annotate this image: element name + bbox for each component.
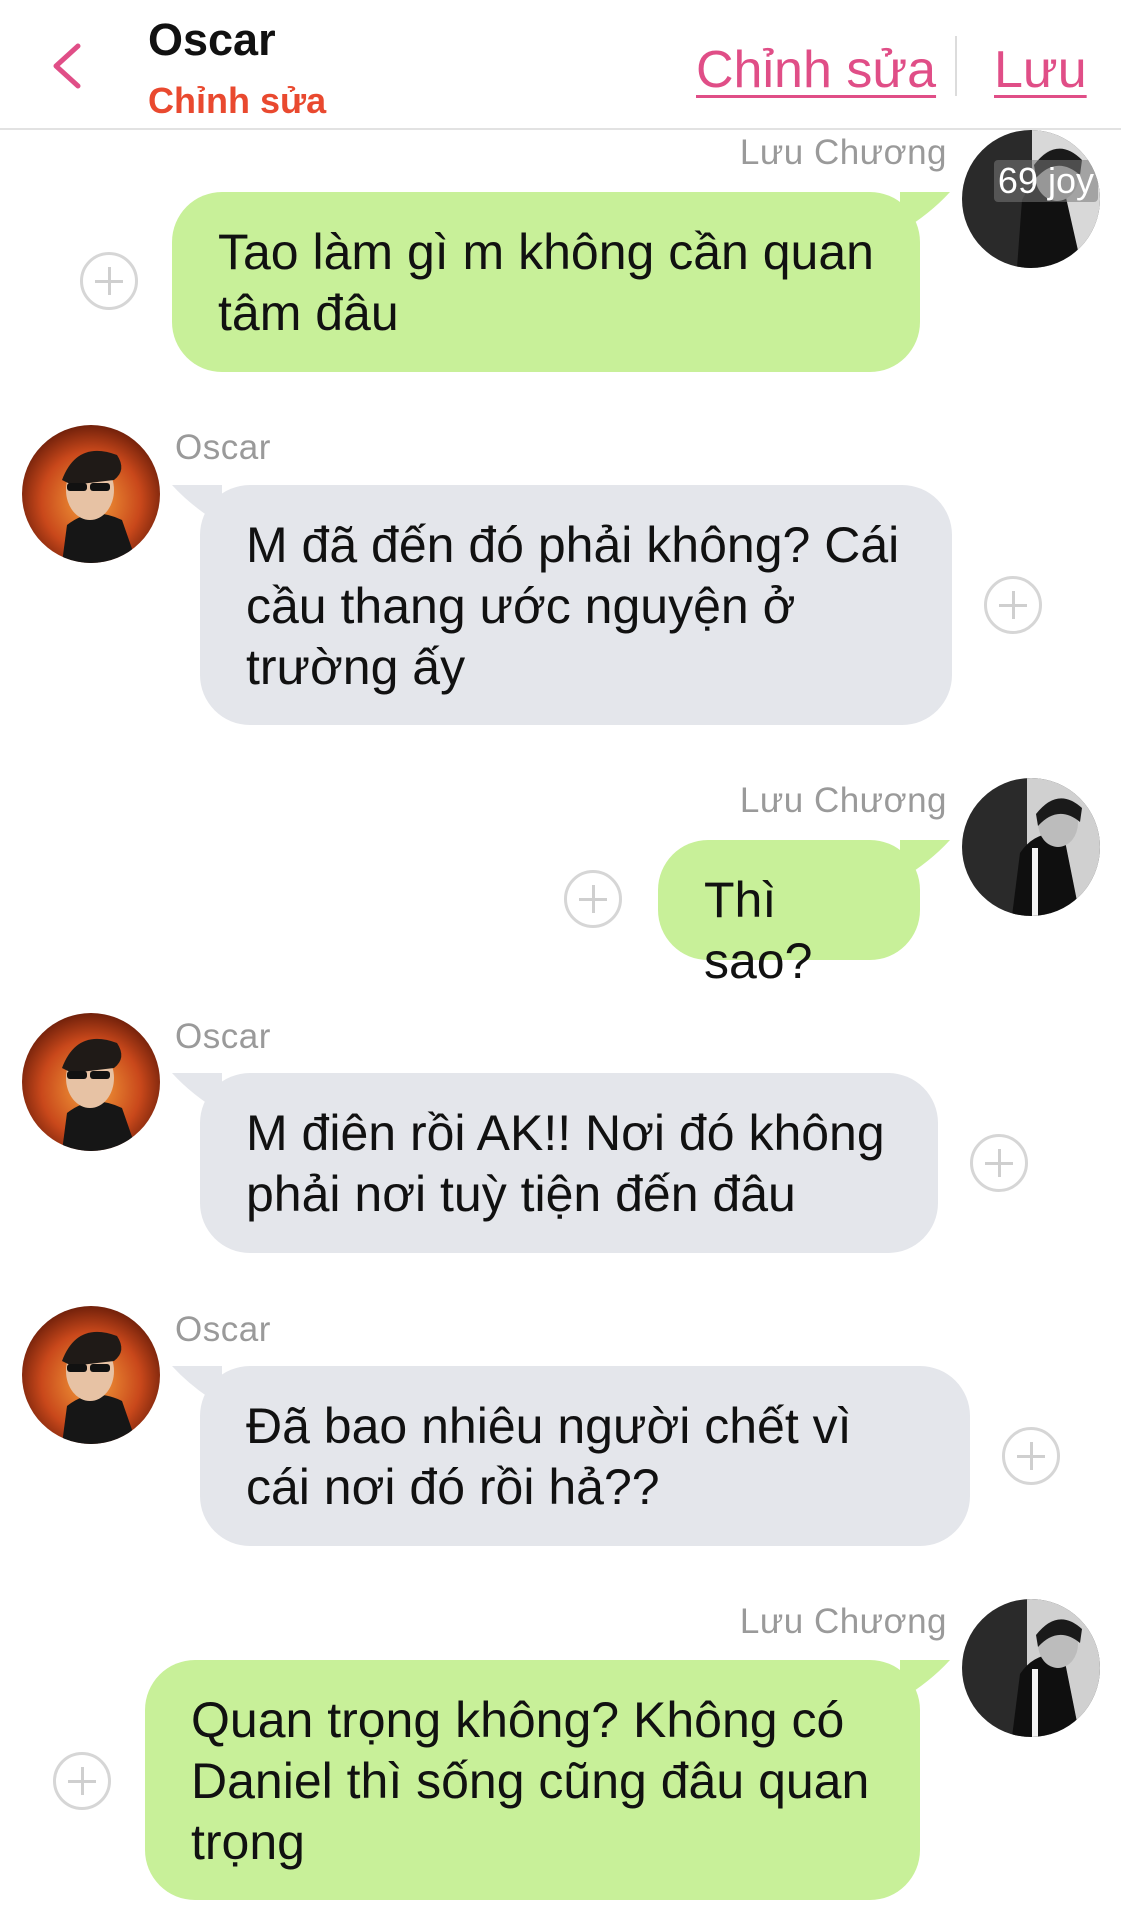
edit-button[interactable]: Chỉnh sửa (696, 40, 936, 100)
add-reaction-plus-icon[interactable] (564, 870, 622, 928)
bubble-tail (172, 485, 222, 525)
bubble-tail (900, 1660, 950, 1700)
save-button[interactable]: Lưu (994, 40, 1087, 100)
contact-name: Oscar (148, 14, 276, 65)
message-sender: Oscar (175, 428, 271, 467)
message-bubble-sent[interactable]: Thì sao? (658, 840, 920, 989)
message-bubble-sent[interactable]: Quan trọng không? Không có Daniel thì số… (145, 1660, 920, 1900)
chat-header: Oscar Chỉnh sửa Chỉnh sửa Lưu (0, 0, 1121, 130)
avatar-luu-chuong[interactable] (962, 778, 1100, 916)
message-sender: Lưu Chương (739, 1602, 947, 1641)
message-text: Quan trọng không? Không có Daniel thì số… (191, 1692, 870, 1870)
bubble-tail (172, 1366, 222, 1406)
add-reaction-plus-icon[interactable] (80, 252, 138, 310)
back-chevron-icon[interactable] (40, 36, 100, 96)
avatar-oscar[interactable] (22, 425, 160, 563)
avatar-oscar[interactable] (22, 1013, 160, 1151)
message-text: M điên rồi AK!! Nơi đó không phải nơi tu… (246, 1105, 885, 1222)
header-divider (955, 36, 957, 96)
message-sender: Oscar (175, 1017, 271, 1056)
message-sender: Oscar (175, 1310, 271, 1349)
add-reaction-plus-icon[interactable] (984, 576, 1042, 634)
message-text: Thì sao? (704, 872, 813, 989)
bubble-tail (172, 1073, 222, 1113)
avatar-oscar[interactable] (22, 1306, 160, 1444)
avatar-luu-chuong[interactable]: 69 joy (962, 130, 1100, 268)
bubble-tail (900, 840, 950, 880)
add-reaction-plus-icon[interactable] (970, 1134, 1028, 1192)
add-reaction-plus-icon[interactable] (1002, 1427, 1060, 1485)
message-bubble-sent[interactable]: Tao làm gì m không cần quan tâm đâu (172, 192, 920, 372)
contact-subtitle: Chỉnh sửa (148, 80, 327, 121)
message-bubble-received[interactable]: M điên rồi AK!! Nơi đó không phải nơi tu… (200, 1073, 938, 1253)
message-sender: Lưu Chương (739, 781, 947, 820)
message-text: Đã bao nhiêu người chết vì cái nơi đó rồ… (246, 1398, 852, 1515)
avatar-watermark: 69 joy (993, 160, 1098, 202)
message-sender: Lưu Chương (739, 133, 947, 172)
message-text: M đã đến đó phải không? Cái cầu thang ướ… (246, 517, 900, 695)
message-bubble-received[interactable]: Đã bao nhiêu người chết vì cái nơi đó rồ… (200, 1366, 970, 1546)
bubble-tail (900, 192, 950, 232)
add-reaction-plus-icon[interactable] (53, 1752, 111, 1810)
message-text: Tao làm gì m không cần quan tâm đâu (218, 224, 874, 341)
avatar-luu-chuong[interactable] (962, 1599, 1100, 1737)
message-bubble-received[interactable]: M đã đến đó phải không? Cái cầu thang ướ… (200, 485, 952, 725)
